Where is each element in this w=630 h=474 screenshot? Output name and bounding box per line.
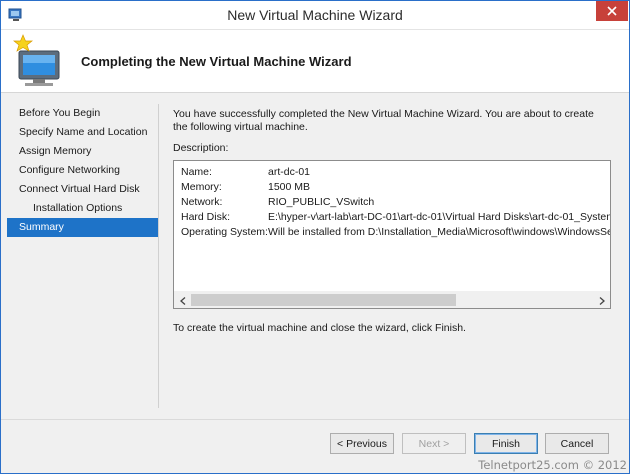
title-bar[interactable]: New Virtual Machine Wizard <box>1 1 629 30</box>
description-key: Operating System: <box>181 226 268 238</box>
nav-item-specify-name[interactable]: Specify Name and Location <box>7 123 159 142</box>
description-value: art-dc-01 <box>268 166 311 178</box>
scroll-left-button[interactable] <box>174 292 191 308</box>
previous-button[interactable]: < Previous <box>330 433 394 454</box>
scroll-right-button[interactable] <box>593 292 610 308</box>
chevron-left-icon <box>179 296 185 305</box>
description-box[interactable]: Name: art-dc-01 Memory: 1500 MB Network: RI… <box>173 160 611 309</box>
horizontal-scrollbar[interactable] <box>174 291 610 308</box>
description-key: Memory: <box>181 181 222 193</box>
wizard-nav: Before You Begin Specify Name and Locati… <box>7 104 159 237</box>
cancel-button[interactable]: Cancel <box>545 433 609 454</box>
nav-item-configure-networking[interactable]: Configure Networking <box>7 161 159 180</box>
description-row-name: Name: art-dc-01 <box>181 165 610 180</box>
finish-button[interactable]: Finish <box>474 433 538 454</box>
close-icon <box>607 6 617 16</box>
intro-text: You have successfully completed the New … <box>173 108 594 133</box>
watermark: Telnetport25.com © 2012 <box>478 458 627 472</box>
description-row-hard-disk: Hard Disk: E:\hyper-v\art-lab\art-DC-01\a… <box>181 210 610 225</box>
close-button[interactable] <box>596 1 628 21</box>
nav-item-before-you-begin[interactable]: Before You Begin <box>7 104 159 123</box>
nav-item-connect-vhd[interactable]: Connect Virtual Hard Disk <box>7 180 159 199</box>
wizard-computer-star-icon <box>11 33 67 89</box>
nav-item-assign-memory[interactable]: Assign Memory <box>7 142 159 161</box>
window-title: New Virtual Machine Wizard <box>227 7 403 23</box>
description-value: Will be installed from D:\Installation_M… <box>268 226 610 238</box>
description-value: E:\hyper-v\art-lab\art-DC-01\art-dc-01\V… <box>268 211 611 223</box>
nav-item-summary[interactable]: Summary <box>7 218 159 237</box>
next-button[interactable]: Next > <box>402 433 466 454</box>
finish-instruction: To create the virtual machine and close … <box>173 322 466 334</box>
description-row-memory: Memory: 1500 MB <box>181 180 610 195</box>
description-label: Description: <box>173 142 229 154</box>
wizard-header: Completing the New Virtual Machine Wizar… <box>1 30 629 93</box>
description-row-network: Network: RIO_PUBLIC_VSwitch <box>181 195 610 210</box>
description-key: Name: <box>181 166 212 178</box>
description-key: Hard Disk: <box>181 211 231 223</box>
description-value: RIO_PUBLIC_VSwitch <box>268 196 375 208</box>
footer-divider <box>1 419 629 420</box>
chevron-right-icon <box>599 296 605 305</box>
description-row-operating-system: Operating System:Will be installed from … <box>181 225 610 240</box>
nav-divider <box>158 104 159 408</box>
summary-panel: You have successfully completed the New … <box>173 108 621 334</box>
wizard-window: New Virtual Machine Wizard Completing th… <box>0 0 630 474</box>
description-value: 1500 MB <box>268 181 311 193</box>
header-title: Completing the New Virtual Machine Wizar… <box>81 54 352 69</box>
description-key: Network: <box>181 196 223 208</box>
scroll-thumb[interactable] <box>191 294 456 306</box>
nav-item-installation-options[interactable]: Installation Options <box>7 199 159 218</box>
